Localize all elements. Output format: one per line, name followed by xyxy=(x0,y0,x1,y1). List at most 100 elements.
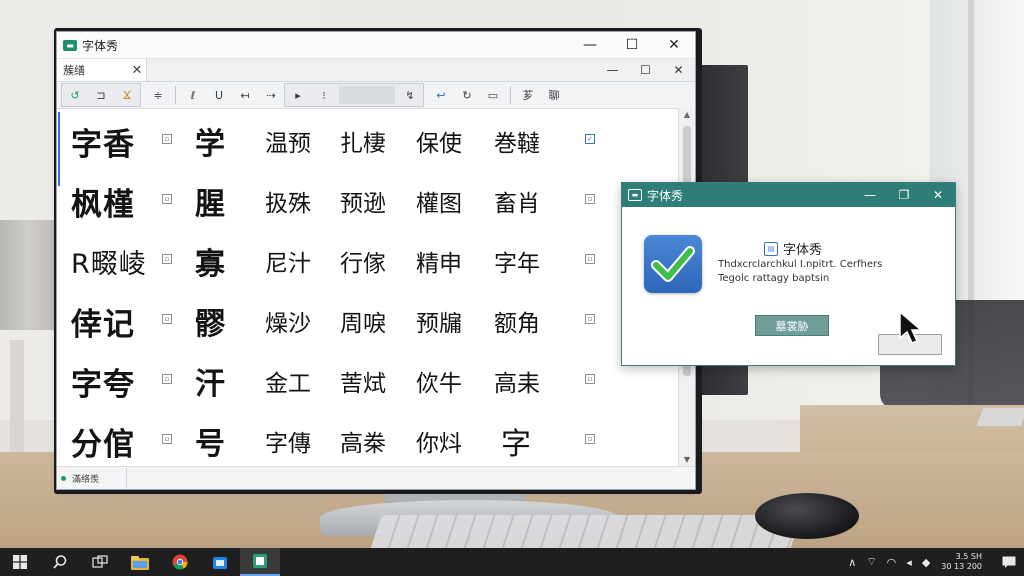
refresh-icon[interactable]: ↺ xyxy=(62,85,88,105)
minimize-button[interactable]: — xyxy=(569,32,611,58)
glyph-sample[interactable]: 汗 xyxy=(195,352,225,410)
glyph-sample[interactable]: 䓀烒 xyxy=(340,352,386,410)
font-app-icon[interactable] xyxy=(240,548,280,576)
doc-restore-button[interactable]: ☐ xyxy=(629,59,662,81)
action-center-icon[interactable] xyxy=(994,548,1024,576)
dialog-app-icon: ▬ xyxy=(628,189,642,201)
glyph-sample[interactable]: 分倌 xyxy=(71,412,135,467)
taskbar-clock[interactable]: 3.5 SH 30 13 200 xyxy=(941,552,982,572)
chrome-icon[interactable] xyxy=(160,548,200,576)
chevron-up-icon[interactable]: ∧ xyxy=(848,556,856,569)
checkbox-icon[interactable]: ▫ xyxy=(585,314,595,324)
glyph-sample[interactable]: 枫槿 xyxy=(71,172,135,230)
glyph-sample[interactable]: 寡 xyxy=(195,232,225,290)
taskbar: ∧ ⌔ ◠ ◂ ◆ 3.5 SH 30 13 200 xyxy=(0,548,1024,576)
document-tab[interactable]: 蔟缮 ✕ xyxy=(57,59,147,81)
glyph-sample[interactable]: 尼汁 xyxy=(265,232,311,290)
italic-icon[interactable]: ℓ xyxy=(180,85,206,105)
toolbar-separator xyxy=(175,86,176,104)
glyph-sample[interactable]: 保使 xyxy=(416,112,462,170)
glyph-sample[interactable]: 号 xyxy=(195,412,225,467)
scroll-down-icon[interactable]: ▼ xyxy=(679,453,695,467)
glyph-sample[interactable]: 字香 xyxy=(71,112,135,170)
glyph-sample[interactable]: 倖记 xyxy=(71,292,135,350)
glyph-sample[interactable]: 金工 xyxy=(265,352,311,410)
glyph-row: 字香 ▫ 学 温预 扎棲 保使 巻韃 ✓ xyxy=(57,112,681,170)
checkbox-icon[interactable]: ▫ xyxy=(162,434,172,444)
indent-left-icon[interactable]: ↤ xyxy=(232,85,258,105)
underline-icon[interactable]: U xyxy=(206,85,232,105)
glyph-sample[interactable]: 燥沙 xyxy=(265,292,311,350)
play-icon[interactable]: ▸ xyxy=(285,85,311,105)
store-icon[interactable] xyxy=(200,548,240,576)
checkbox-icon[interactable]: ✓ xyxy=(585,134,595,144)
glyph-sample[interactable]: 预牖 xyxy=(416,292,462,350)
glyph-sample[interactable]: 畜肖 xyxy=(494,172,540,230)
indent-right-icon[interactable]: ⇢ xyxy=(258,85,284,105)
document-tab-label: 蔟缮 xyxy=(63,64,85,77)
grip-icon[interactable]: ⁝ xyxy=(311,85,337,105)
glyph-sample[interactable]: 佽牛 xyxy=(416,352,462,410)
glyph-sample[interactable]: 權图 xyxy=(416,172,462,230)
size-field[interactable] xyxy=(339,86,395,104)
wifi-icon[interactable]: ◠ xyxy=(887,556,897,569)
glyph-sample[interactable]: 腥 xyxy=(195,172,225,230)
file-explorer-icon[interactable] xyxy=(120,548,160,576)
checkbox-icon[interactable]: ▫ xyxy=(162,134,172,144)
glyph-sample[interactable]: 行傢 xyxy=(340,232,386,290)
checkbox-icon[interactable]: ▫ xyxy=(162,254,172,264)
glyph-sample[interactable]: 高耒 xyxy=(494,352,540,410)
glyph-sample[interactable]: 扱殊 xyxy=(265,172,311,230)
checkbox-icon[interactable]: ▫ xyxy=(585,374,595,384)
checkbox-icon[interactable]: ▫ xyxy=(585,434,595,444)
redo-icon[interactable]: ↻ xyxy=(454,85,480,105)
glyph-sample[interactable]: 预逊 xyxy=(340,172,386,230)
toolbar-group-play: ▸ ⁝ ↯ xyxy=(284,83,424,107)
checkbox-icon[interactable]: ▫ xyxy=(162,374,172,384)
close-icon[interactable]: ✕ xyxy=(128,63,146,78)
glyph-sample[interactable]: 髎 xyxy=(195,292,225,350)
glyph-sample[interactable]: R畷崚 xyxy=(71,232,147,290)
dialog-minimize-button[interactable]: — xyxy=(853,183,887,207)
notification-badge-icon[interactable]: ◆ xyxy=(922,556,930,569)
glyph-sample[interactable]: 额角 xyxy=(494,292,540,350)
glyph-sample[interactable]: 温预 xyxy=(265,112,311,170)
glyph-sample[interactable]: 精申 xyxy=(416,232,462,290)
dialog-restore-button[interactable]: ❐ xyxy=(887,183,921,207)
color-icon[interactable]: Ϫ xyxy=(114,85,140,105)
glyph-sample[interactable]: 周唳 xyxy=(340,292,386,350)
windows-start-icon[interactable] xyxy=(0,548,40,576)
volume-icon[interactable]: ◂ xyxy=(906,556,912,569)
checkbox-icon[interactable]: ▫ xyxy=(585,194,595,204)
glyph-sample[interactable]: 字傳 xyxy=(265,412,311,467)
network-icon[interactable]: ⌔ xyxy=(866,555,876,569)
undo-icon[interactable]: ↩ xyxy=(428,85,454,105)
wand-icon[interactable]: ↯ xyxy=(397,85,423,105)
doc-minimize-button[interactable]: — xyxy=(596,59,629,81)
glyph-preview-canvas[interactable]: 字香 ▫ 学 温预 扎棲 保使 巻韃 ✓ 枫槿 ▫ 腥 扱殊 预逊 權图 畜肖 … xyxy=(57,108,681,467)
checkbox-icon[interactable]: ▫ xyxy=(162,314,172,324)
glyph-sample[interactable]: 字 xyxy=(501,412,531,467)
checkbox-icon[interactable]: ▫ xyxy=(162,194,172,204)
baseline-icon[interactable]: ⊐ xyxy=(88,85,114,105)
glyph-sample[interactable]: 巻韃 xyxy=(494,112,540,170)
checkbox-icon[interactable]: ▫ xyxy=(585,254,595,264)
maximize-button[interactable]: ☐ xyxy=(611,32,653,58)
doc-close-button[interactable]: ✕ xyxy=(662,59,695,81)
glyph-sample[interactable]: 高桊 xyxy=(340,412,386,467)
preview-tool-icon[interactable]: 聊 xyxy=(541,85,567,105)
task-view-icon[interactable] xyxy=(80,548,120,576)
glyph-sample[interactable]: 字夸 xyxy=(71,352,135,410)
box-icon[interactable]: ▭ xyxy=(480,85,506,105)
scroll-up-icon[interactable]: ▲ xyxy=(679,108,695,122)
dialog-confirm-button[interactable]: 墓裳胁 xyxy=(755,315,829,336)
glyph-sample[interactable]: 字年 xyxy=(494,232,540,290)
close-button[interactable]: ✕ xyxy=(653,32,695,58)
glyph-tool-icon[interactable]: 芗 xyxy=(515,85,541,105)
glyph-sample[interactable]: 学 xyxy=(195,112,225,170)
align-icon[interactable]: ≑ xyxy=(145,85,171,105)
search-icon[interactable] xyxy=(40,548,80,576)
glyph-sample[interactable]: 你炓 xyxy=(416,412,462,467)
dialog-close-button[interactable]: ✕ xyxy=(921,183,955,207)
glyph-sample[interactable]: 扎棲 xyxy=(340,112,386,170)
